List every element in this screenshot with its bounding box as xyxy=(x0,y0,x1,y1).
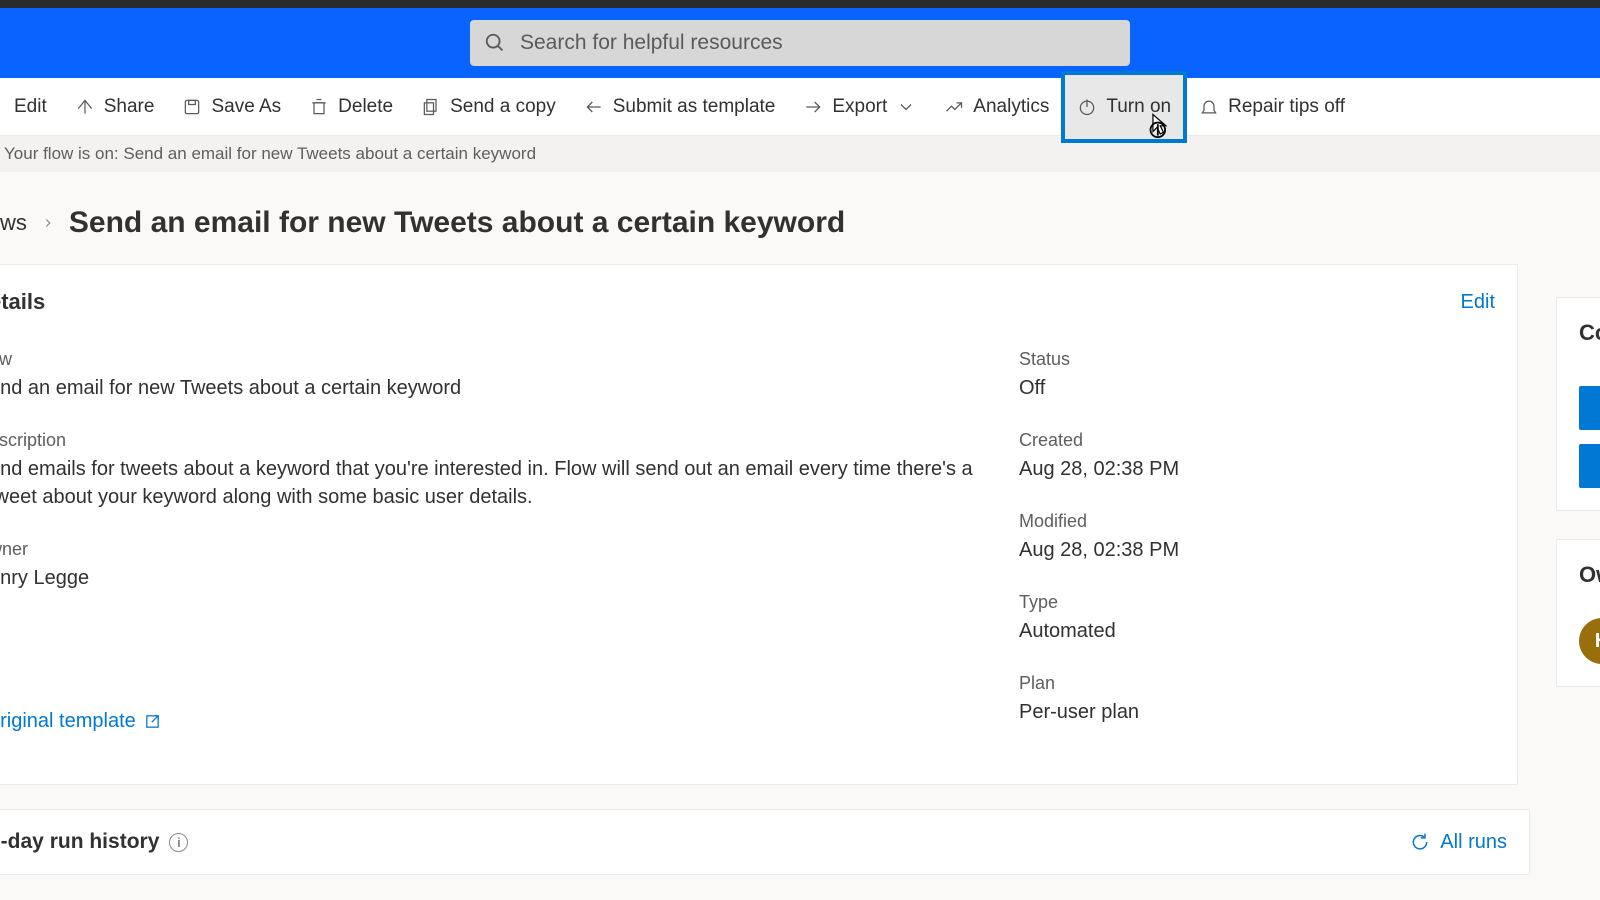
analytics-label: Analytics xyxy=(973,96,1049,118)
description-value: end emails for tweets about a keyword th… xyxy=(0,455,979,511)
save-icon xyxy=(182,97,202,117)
connection-tile[interactable] xyxy=(1579,386,1600,430)
analytics-button[interactable]: Analytics xyxy=(930,78,1063,135)
submit-icon xyxy=(584,97,604,117)
original-template-link[interactable]: original template xyxy=(0,710,161,733)
delete-label: Delete xyxy=(338,96,393,118)
all-runs-text: All runs xyxy=(1440,831,1507,854)
created-label: Created xyxy=(1019,430,1495,451)
template-link-text: original template xyxy=(0,710,136,733)
details-heading: etails xyxy=(0,289,45,315)
window-chrome-strip xyxy=(0,0,1600,8)
avatar[interactable]: H xyxy=(1579,618,1600,664)
header-bar: Search for helpful resources xyxy=(0,8,1600,78)
run-history-title: 8-day run history xyxy=(0,830,159,854)
refresh-icon xyxy=(1410,832,1430,852)
breadcrumb: ws Send an email for new Tweets about a … xyxy=(0,172,1600,264)
owners-heading: Ow xyxy=(1579,562,1600,588)
flow-value: end an email for new Tweets about a cert… xyxy=(0,374,979,402)
created-value: Aug 28, 02:38 PM xyxy=(1019,455,1495,483)
chevron-right-icon xyxy=(41,216,55,230)
repair-tips-label: Repair tips off xyxy=(1228,96,1345,118)
owners-panel: Ow H xyxy=(1556,539,1600,687)
submit-template-button[interactable]: Submit as template xyxy=(570,78,790,135)
edit-label: Edit xyxy=(14,96,47,118)
modified-label: Modified xyxy=(1019,511,1495,532)
export-button[interactable]: Export xyxy=(789,78,930,135)
chevron-down-icon xyxy=(896,97,916,117)
submit-template-label: Submit as template xyxy=(613,96,776,118)
share-label: Share xyxy=(104,96,155,118)
connections-heading: Co xyxy=(1579,320,1600,346)
search-icon xyxy=(484,32,506,54)
search-input[interactable]: Search for helpful resources xyxy=(470,20,1130,66)
delete-button[interactable]: Delete xyxy=(295,78,407,135)
plan-label: Plan xyxy=(1019,673,1495,694)
save-as-button[interactable]: Save As xyxy=(168,78,295,135)
type-label: Type xyxy=(1019,592,1495,613)
external-link-icon xyxy=(144,713,161,730)
turn-on-label: Turn on xyxy=(1106,96,1171,118)
status-message: Your flow is on: Send an email for new T… xyxy=(0,136,1600,172)
bell-icon xyxy=(1199,97,1219,117)
status-label: Status xyxy=(1019,349,1495,370)
command-bar: Edit Share Save As Delete Send a copy Su… xyxy=(0,78,1600,136)
analytics-icon xyxy=(944,97,964,117)
repair-tips-button[interactable]: Repair tips off xyxy=(1185,78,1359,135)
owner-label: wner xyxy=(0,539,979,560)
edit-details-link[interactable]: Edit xyxy=(1461,291,1495,314)
run-history-panel: 8-day run history i All runs xyxy=(0,809,1530,875)
turn-on-button[interactable]: Turn on xyxy=(1063,73,1185,141)
info-icon[interactable]: i xyxy=(169,833,188,852)
details-panel: etails Edit ow end an email for new Twee… xyxy=(0,264,1518,785)
modified-value: Aug 28, 02:38 PM xyxy=(1019,536,1495,564)
owner-value: enry Legge xyxy=(0,564,979,592)
page-title: Send an email for new Tweets about a cer… xyxy=(69,206,845,240)
status-value: Off xyxy=(1019,374,1495,402)
search-placeholder: Search for helpful resources xyxy=(520,31,783,55)
send-copy-button[interactable]: Send a copy xyxy=(407,78,570,135)
connection-tile[interactable] xyxy=(1579,444,1600,488)
plan-value: Per-user plan xyxy=(1019,698,1495,726)
edit-button[interactable]: Edit xyxy=(0,78,61,135)
breadcrumb-parent[interactable]: ws xyxy=(0,210,27,236)
export-label: Export xyxy=(832,96,887,118)
export-icon xyxy=(803,97,823,117)
all-runs-link[interactable]: All runs xyxy=(1410,831,1507,854)
share-button[interactable]: Share xyxy=(61,78,169,135)
save-as-label: Save As xyxy=(211,96,281,118)
copy-icon xyxy=(421,97,441,117)
description-label: escription xyxy=(0,430,979,451)
share-icon xyxy=(75,97,95,117)
type-value: Automated xyxy=(1019,617,1495,645)
flow-label: ow xyxy=(0,349,979,370)
connections-panel: Co xyxy=(1556,297,1600,511)
power-icon xyxy=(1077,97,1097,117)
delete-icon xyxy=(309,97,329,117)
send-copy-label: Send a copy xyxy=(450,96,556,118)
